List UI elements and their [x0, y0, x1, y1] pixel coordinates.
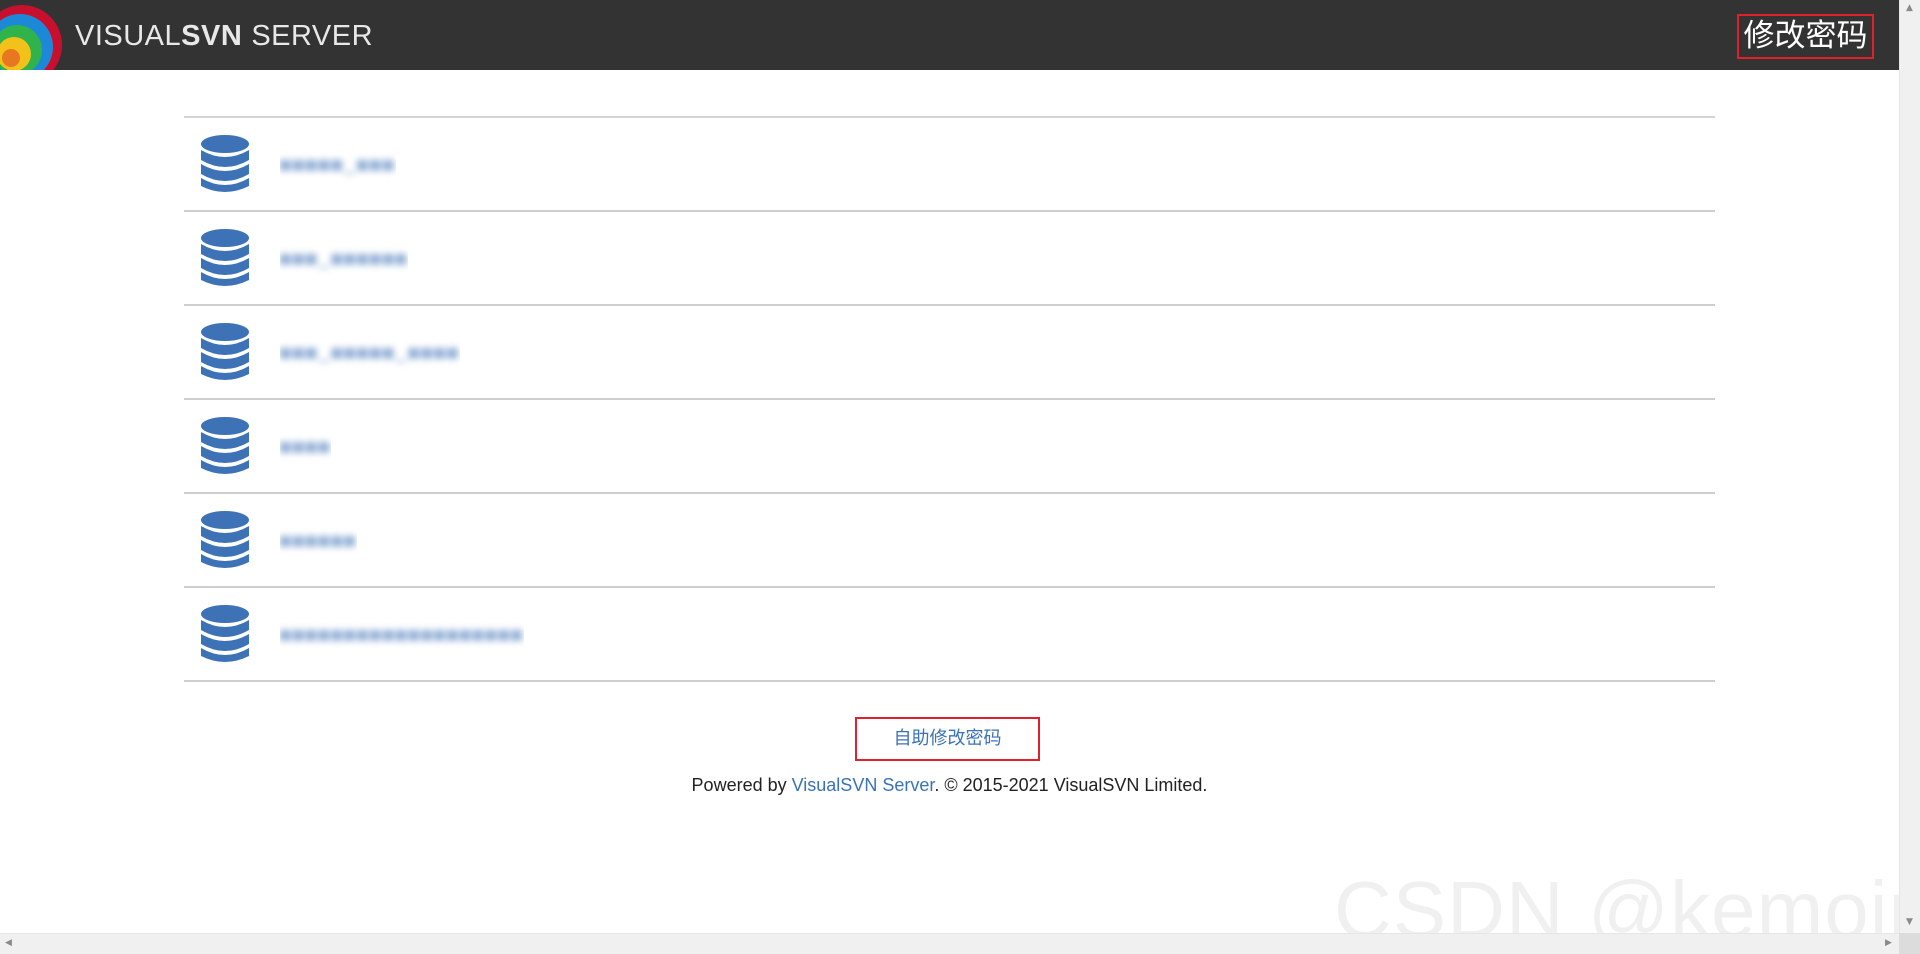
powered-by-text: Powered by — [691, 775, 792, 795]
database-icon — [201, 417, 249, 474]
repository-name[interactable]: ■■■■■■ — [280, 521, 357, 561]
brand-name: VISUALSVN SERVER — [75, 19, 373, 53]
page: VISUALSVN SERVER 修改密码 ■■■■■_■■■ ■■■_■■■■■… — [0, 0, 1920, 954]
database-icon — [201, 229, 249, 286]
scrollbar-corner — [1899, 933, 1920, 954]
repository-name[interactable]: ■■■■■_■■■ — [280, 145, 396, 185]
horizontal-scrollbar[interactable]: ◀ ▶ — [0, 933, 1899, 954]
footer: Powered by VisualSVN Server. © 2015-2021… — [0, 773, 1899, 797]
scroll-left-arrow-icon[interactable]: ◀ — [5, 939, 12, 948]
repository-name[interactable]: ■■■_■■■■■■ — [280, 239, 408, 279]
database-icon — [201, 511, 249, 568]
repository-item[interactable]: ■■■■ — [184, 400, 1715, 494]
repository-name[interactable]: ■■■■ — [280, 427, 331, 467]
repository-item[interactable]: ■■■■■_■■■ — [184, 118, 1715, 212]
brand-bold: SVN — [181, 20, 243, 52]
repository-item[interactable]: ■■■_■■■■■_■■■■ — [184, 306, 1715, 400]
visualsvn-logo-icon — [0, 0, 62, 70]
visualsvn-server-link[interactable]: VisualSVN Server — [792, 775, 935, 795]
change-password-link[interactable]: 修改密码 — [1737, 14, 1874, 59]
database-icon — [201, 323, 249, 380]
repository-item[interactable]: ■■■■■■■■■■■■■■■■■■■ — [184, 588, 1715, 682]
brand-suffix: SERVER — [251, 20, 374, 52]
scroll-down-arrow-icon[interactable]: ▼ — [1906, 918, 1913, 927]
repository-list: ■■■■■_■■■ ■■■_■■■■■■ ■■■_■■■■■_■■■■ ■■■■… — [184, 116, 1715, 682]
database-icon — [201, 605, 249, 662]
brand-regular: VISUAL — [75, 20, 182, 52]
repository-name[interactable]: ■■■_■■■■■_■■■■ — [280, 333, 460, 373]
repository-name[interactable]: ■■■■■■■■■■■■■■■■■■■ — [280, 615, 524, 655]
scroll-right-arrow-icon[interactable]: ▶ — [1885, 939, 1892, 948]
scroll-up-arrow-icon[interactable]: ▲ — [1906, 4, 1913, 13]
header-bar: VISUALSVN SERVER 修改密码 — [0, 0, 1899, 70]
self-service-change-password-button[interactable]: 自助修改密码 — [855, 717, 1040, 761]
copyright-text: . © 2015-2021 VisualSVN Limited. — [934, 775, 1208, 795]
database-icon — [201, 135, 249, 192]
repository-item[interactable]: ■■■_■■■■■■ — [184, 212, 1715, 306]
vertical-scrollbar[interactable]: ▲ ▼ — [1899, 0, 1920, 933]
repository-item[interactable]: ■■■■■■ — [184, 494, 1715, 588]
